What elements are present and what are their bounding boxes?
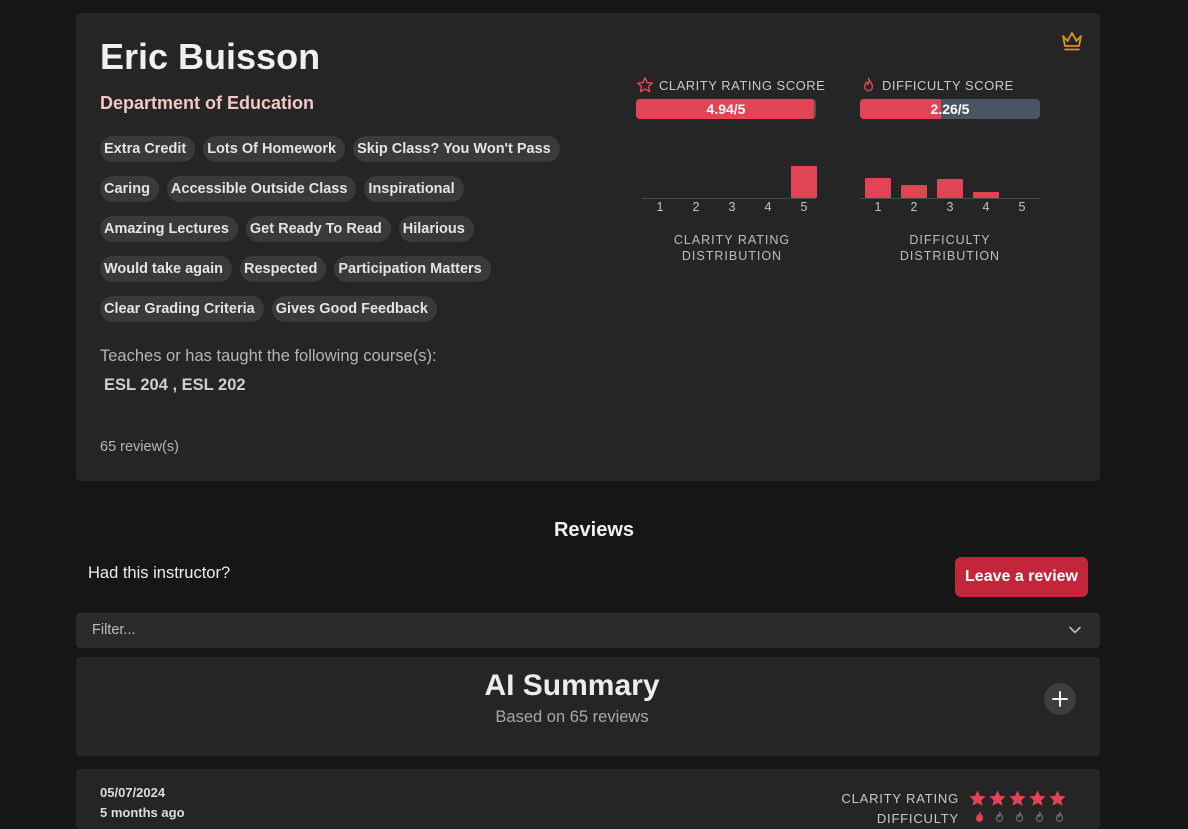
star-outline-icon xyxy=(636,77,654,93)
flame-icon xyxy=(863,77,874,92)
tag: Inspirational xyxy=(364,176,464,202)
tag-row: Extra Credit Lots Of Homework Skip Class? … xyxy=(100,136,570,162)
clarity-distribution-chart: 1 2 3 4 5 xyxy=(636,150,817,220)
clarity-score-value: 4.94/5 xyxy=(706,101,746,117)
review-date: 05/07/2024 xyxy=(100,785,166,800)
difficulty-score-value: 2.26/5 xyxy=(930,101,970,117)
courses-label: Teaches or has taught the following cour… xyxy=(100,347,437,365)
tag: Clear Grading Criteria xyxy=(100,296,264,322)
plus-icon xyxy=(1052,691,1068,707)
crown-icon[interactable] xyxy=(1060,30,1084,52)
review-card: 05/07/2024 5 months ago CLARITY RATING D… xyxy=(76,769,1100,829)
flame-icon xyxy=(1055,811,1064,822)
distribution-bar xyxy=(791,166,817,198)
flame-icon xyxy=(975,811,984,822)
star-icon xyxy=(1049,790,1066,806)
clarity-score-bar: 4.94/5 xyxy=(636,99,816,119)
distribution-tick-label: 2 xyxy=(910,200,918,214)
distribution-tick-label: 1 xyxy=(874,200,882,214)
clarity-score-label: CLARITY RATING SCORE xyxy=(659,77,826,93)
distribution-tick-label: 3 xyxy=(728,200,736,214)
department-label: Department of Education xyxy=(100,93,315,113)
tag-list: Extra Credit Lots Of Homework Skip Class? … xyxy=(100,136,570,336)
distribution-tick-label: 3 xyxy=(946,200,954,214)
difficulty-distribution-chart: 1 2 3 4 5 xyxy=(860,150,1040,220)
clarity-score-header: CLARITY RATING SCORE xyxy=(636,76,825,94)
tag-row: Caring Accessible Outside Class Inspiratio… xyxy=(100,176,570,202)
clarity-distribution-axis xyxy=(642,198,816,199)
ai-summary-card: AI Summary Based on 65 reviews xyxy=(76,657,1100,756)
had-instructor-prompt: Had this instructor? xyxy=(88,564,231,582)
tag: Participation Matters xyxy=(334,256,491,282)
tag: Lots Of Homework xyxy=(203,136,346,162)
tag: Hilarious xyxy=(398,216,474,242)
clarity-distribution-title: CLARITY RATING DISTRIBUTION xyxy=(673,233,791,263)
tag: Skip Class? You Won't Pass xyxy=(353,136,560,162)
distribution-bar xyxy=(973,192,999,198)
review-clarity-stars xyxy=(969,790,1066,807)
review-difficulty-flames xyxy=(973,809,1066,825)
expand-summary-button[interactable] xyxy=(1044,683,1076,715)
star-icon xyxy=(989,790,1006,806)
difficulty-distribution-title: DIFFICULTY DISTRIBUTION xyxy=(899,233,1001,263)
distribution-bar xyxy=(937,179,963,198)
courses-list: ESL 204 , ESL 202 xyxy=(104,376,246,394)
difficulty-score-header: DIFFICULTY SCORE xyxy=(860,76,1014,94)
distribution-tick-label: 1 xyxy=(656,200,664,214)
tag: Get Ready To Read xyxy=(245,216,391,242)
tag: Would take again xyxy=(100,256,232,282)
tag: Amazing Lectures xyxy=(100,216,238,242)
professor-name: Eric Buisson xyxy=(100,36,321,77)
flame-icon xyxy=(1035,811,1044,822)
filter-placeholder: Filter... xyxy=(92,622,136,638)
ai-summary-title: AI Summary xyxy=(484,669,660,702)
filter-select[interactable]: Filter... xyxy=(76,613,1100,648)
star-icon xyxy=(1029,790,1046,806)
tag: Extra Credit xyxy=(100,136,196,162)
distribution-bar xyxy=(865,178,891,198)
tag: Accessible Outside Class xyxy=(166,176,357,202)
tag: Caring xyxy=(100,176,159,202)
distribution-tick-label: 4 xyxy=(764,200,772,214)
review-clarity-label: CLARITY RATING xyxy=(841,791,959,806)
distribution-tick-label: 2 xyxy=(692,200,700,214)
difficulty-score-label: DIFFICULTY SCORE xyxy=(882,77,1014,93)
review-count: 65 review(s) xyxy=(100,439,179,455)
tag: Respected xyxy=(239,256,327,282)
ai-summary-subtitle: Based on 65 reviews xyxy=(495,708,649,726)
distribution-bar xyxy=(901,185,927,198)
distribution-tick-label: 4 xyxy=(982,200,990,214)
leave-review-button[interactable]: Leave a review xyxy=(955,557,1088,597)
distribution-tick-label: 5 xyxy=(1018,200,1026,214)
distribution-tick-label: 5 xyxy=(800,200,808,214)
reviews-heading: Reviews xyxy=(553,519,635,541)
tag: Gives Good Feedback xyxy=(271,296,437,322)
tag-row: Would take again Respected Participation M… xyxy=(100,256,570,282)
review-difficulty-label: DIFFICULTY xyxy=(876,811,959,826)
tag-row: Clear Grading Criteria Gives Good Feedbac… xyxy=(100,296,570,322)
difficulty-distribution-axis xyxy=(860,198,1040,199)
flame-icon xyxy=(995,811,1004,822)
star-icon xyxy=(1009,790,1026,806)
difficulty-score-bar: 2.26/5 xyxy=(860,99,1040,119)
tag-row: Amazing Lectures Get Ready To Read Hilario… xyxy=(100,216,570,242)
flame-icon xyxy=(1015,811,1024,822)
star-icon xyxy=(969,790,986,806)
chevron-down-icon[interactable] xyxy=(1068,623,1082,637)
